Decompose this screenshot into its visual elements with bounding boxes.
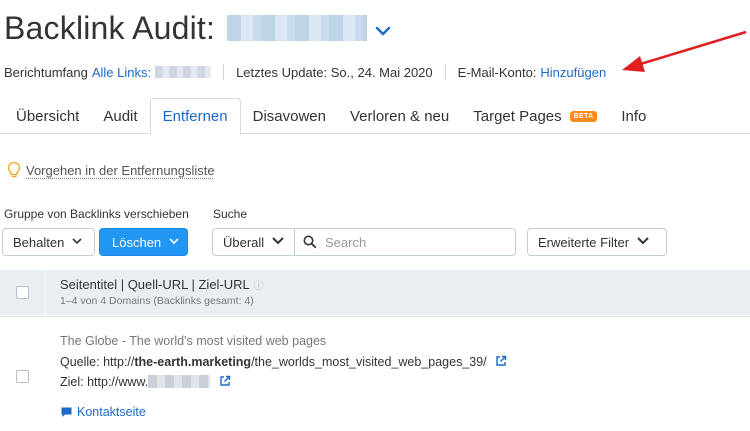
tab-label: Verloren & neu (349, 107, 450, 125)
chevron-down-icon[interactable] (375, 20, 391, 41)
page-header: Backlink Audit: (4, 6, 391, 50)
removal-help-link[interactable]: Vorgehen in der Entfernungsliste (26, 163, 215, 178)
chevron-down-icon (169, 237, 179, 248)
column-title: Seitentitel | Quell-URL | Ziel-URL (60, 277, 250, 292)
group-move-label: Gruppe von Backlinks verschieben (4, 207, 189, 221)
report-meta: Berichtumfang Alle Links: Letztes Update… (4, 62, 606, 82)
page-title-cell: The Globe - The world's most visited web… (60, 334, 327, 348)
search-placeholder: Search (325, 234, 367, 250)
contact-page-link[interactable]: Kontaktseite (60, 405, 146, 419)
source-url: Quelle: http://the-earth.marketing/the_w… (60, 355, 507, 369)
chevron-down-icon (637, 236, 649, 248)
tab-target-pages[interactable]: Target Pages BETA (461, 98, 609, 134)
source-label: Quelle: (60, 355, 100, 369)
redacted-target (148, 375, 211, 388)
search-scope-select[interactable]: Überall (212, 228, 295, 256)
lightbulb-icon (7, 161, 21, 178)
chat-icon (61, 407, 72, 417)
select-all-checkbox[interactable] (16, 286, 29, 299)
advanced-filter-label: Erweiterte Filter (538, 234, 630, 250)
tab-audit[interactable]: Audit (91, 98, 149, 134)
info-icon[interactable]: ⓘ (254, 281, 264, 292)
keep-button-label: Behalten (13, 234, 65, 250)
target-link[interactable]: http://www. (87, 375, 211, 389)
annotation-arrow (622, 30, 747, 72)
scope-label: Berichtumfang (4, 64, 88, 80)
tab-label: Entfernen (162, 108, 228, 125)
tab-verloren-neu[interactable]: Verloren & neu (338, 98, 461, 134)
target-url: Ziel: http://www. (60, 375, 231, 389)
redacted-domain (227, 15, 368, 41)
tab-info[interactable]: Info (609, 98, 658, 134)
scope-link[interactable]: Alle Links: (92, 65, 151, 80)
last-update: Letztes Update: So., 24. Mai 2020 (236, 64, 433, 80)
beta-badge: BETA (569, 110, 598, 122)
table-row: The Globe - The world's most visited web… (0, 316, 750, 431)
external-link-icon[interactable] (495, 355, 507, 367)
header-checkbox-cell (0, 270, 46, 315)
table-header: Seitentitel | Quell-URL | Ziel-URL ⓘ 1–4 … (0, 270, 750, 315)
search-scope-value: Überall (223, 234, 265, 250)
target-label: Ziel: (60, 375, 84, 389)
page-title: Backlink Audit: (4, 9, 216, 46)
divider (444, 64, 446, 80)
search-label: Suche (213, 207, 248, 221)
tab-label: Target Pages (473, 107, 562, 125)
tab-label: Disavowen (252, 107, 326, 125)
search-input[interactable]: Search (294, 228, 516, 256)
target-prefix: http://www. (87, 375, 149, 389)
delete-button-label: Löschen (112, 234, 162, 250)
column-header[interactable]: Seitentitel | Quell-URL | Ziel-URL ⓘ (60, 277, 264, 292)
table-summary: 1–4 von 4 Domains (Backlinks gesamt: 4) (60, 295, 254, 307)
chevron-down-icon (272, 236, 284, 248)
tab-bar: Übersicht Audit Entfernen Disavowen Verl… (0, 98, 750, 135)
tab-uebersicht[interactable]: Übersicht (0, 98, 91, 134)
chevron-down-icon (72, 237, 82, 248)
search-icon (303, 235, 317, 249)
tab-entfernen[interactable]: Entfernen (149, 98, 241, 135)
source-domain: the-earth.marketing (134, 355, 252, 369)
redacted-scope (155, 66, 212, 78)
tab-label: Audit (103, 107, 138, 125)
source-path: /the_worlds_most_visited_web_pages_39/ (251, 355, 487, 369)
email-label: E-Mail-Konto: (457, 64, 537, 80)
divider (223, 64, 225, 80)
add-email-link[interactable]: Hinzufügen (540, 65, 606, 80)
source-prefix: http:// (103, 355, 135, 369)
external-link-icon[interactable] (219, 375, 231, 387)
row-checkbox[interactable] (16, 370, 29, 383)
contact-page-label: Kontaktseite (77, 405, 146, 419)
tab-label: Info (621, 107, 647, 125)
help-row: Vorgehen in der Entfernungsliste (6, 160, 215, 180)
advanced-filter-button[interactable]: Erweiterte Filter (527, 228, 667, 256)
keep-button[interactable]: Behalten (2, 228, 95, 256)
source-link[interactable]: http://the-earth.marketing/the_worlds_mo… (103, 355, 487, 369)
tab-disavowen[interactable]: Disavowen (241, 98, 338, 134)
tab-label: Übersicht (16, 107, 80, 125)
delete-button[interactable]: Löschen (99, 228, 188, 256)
